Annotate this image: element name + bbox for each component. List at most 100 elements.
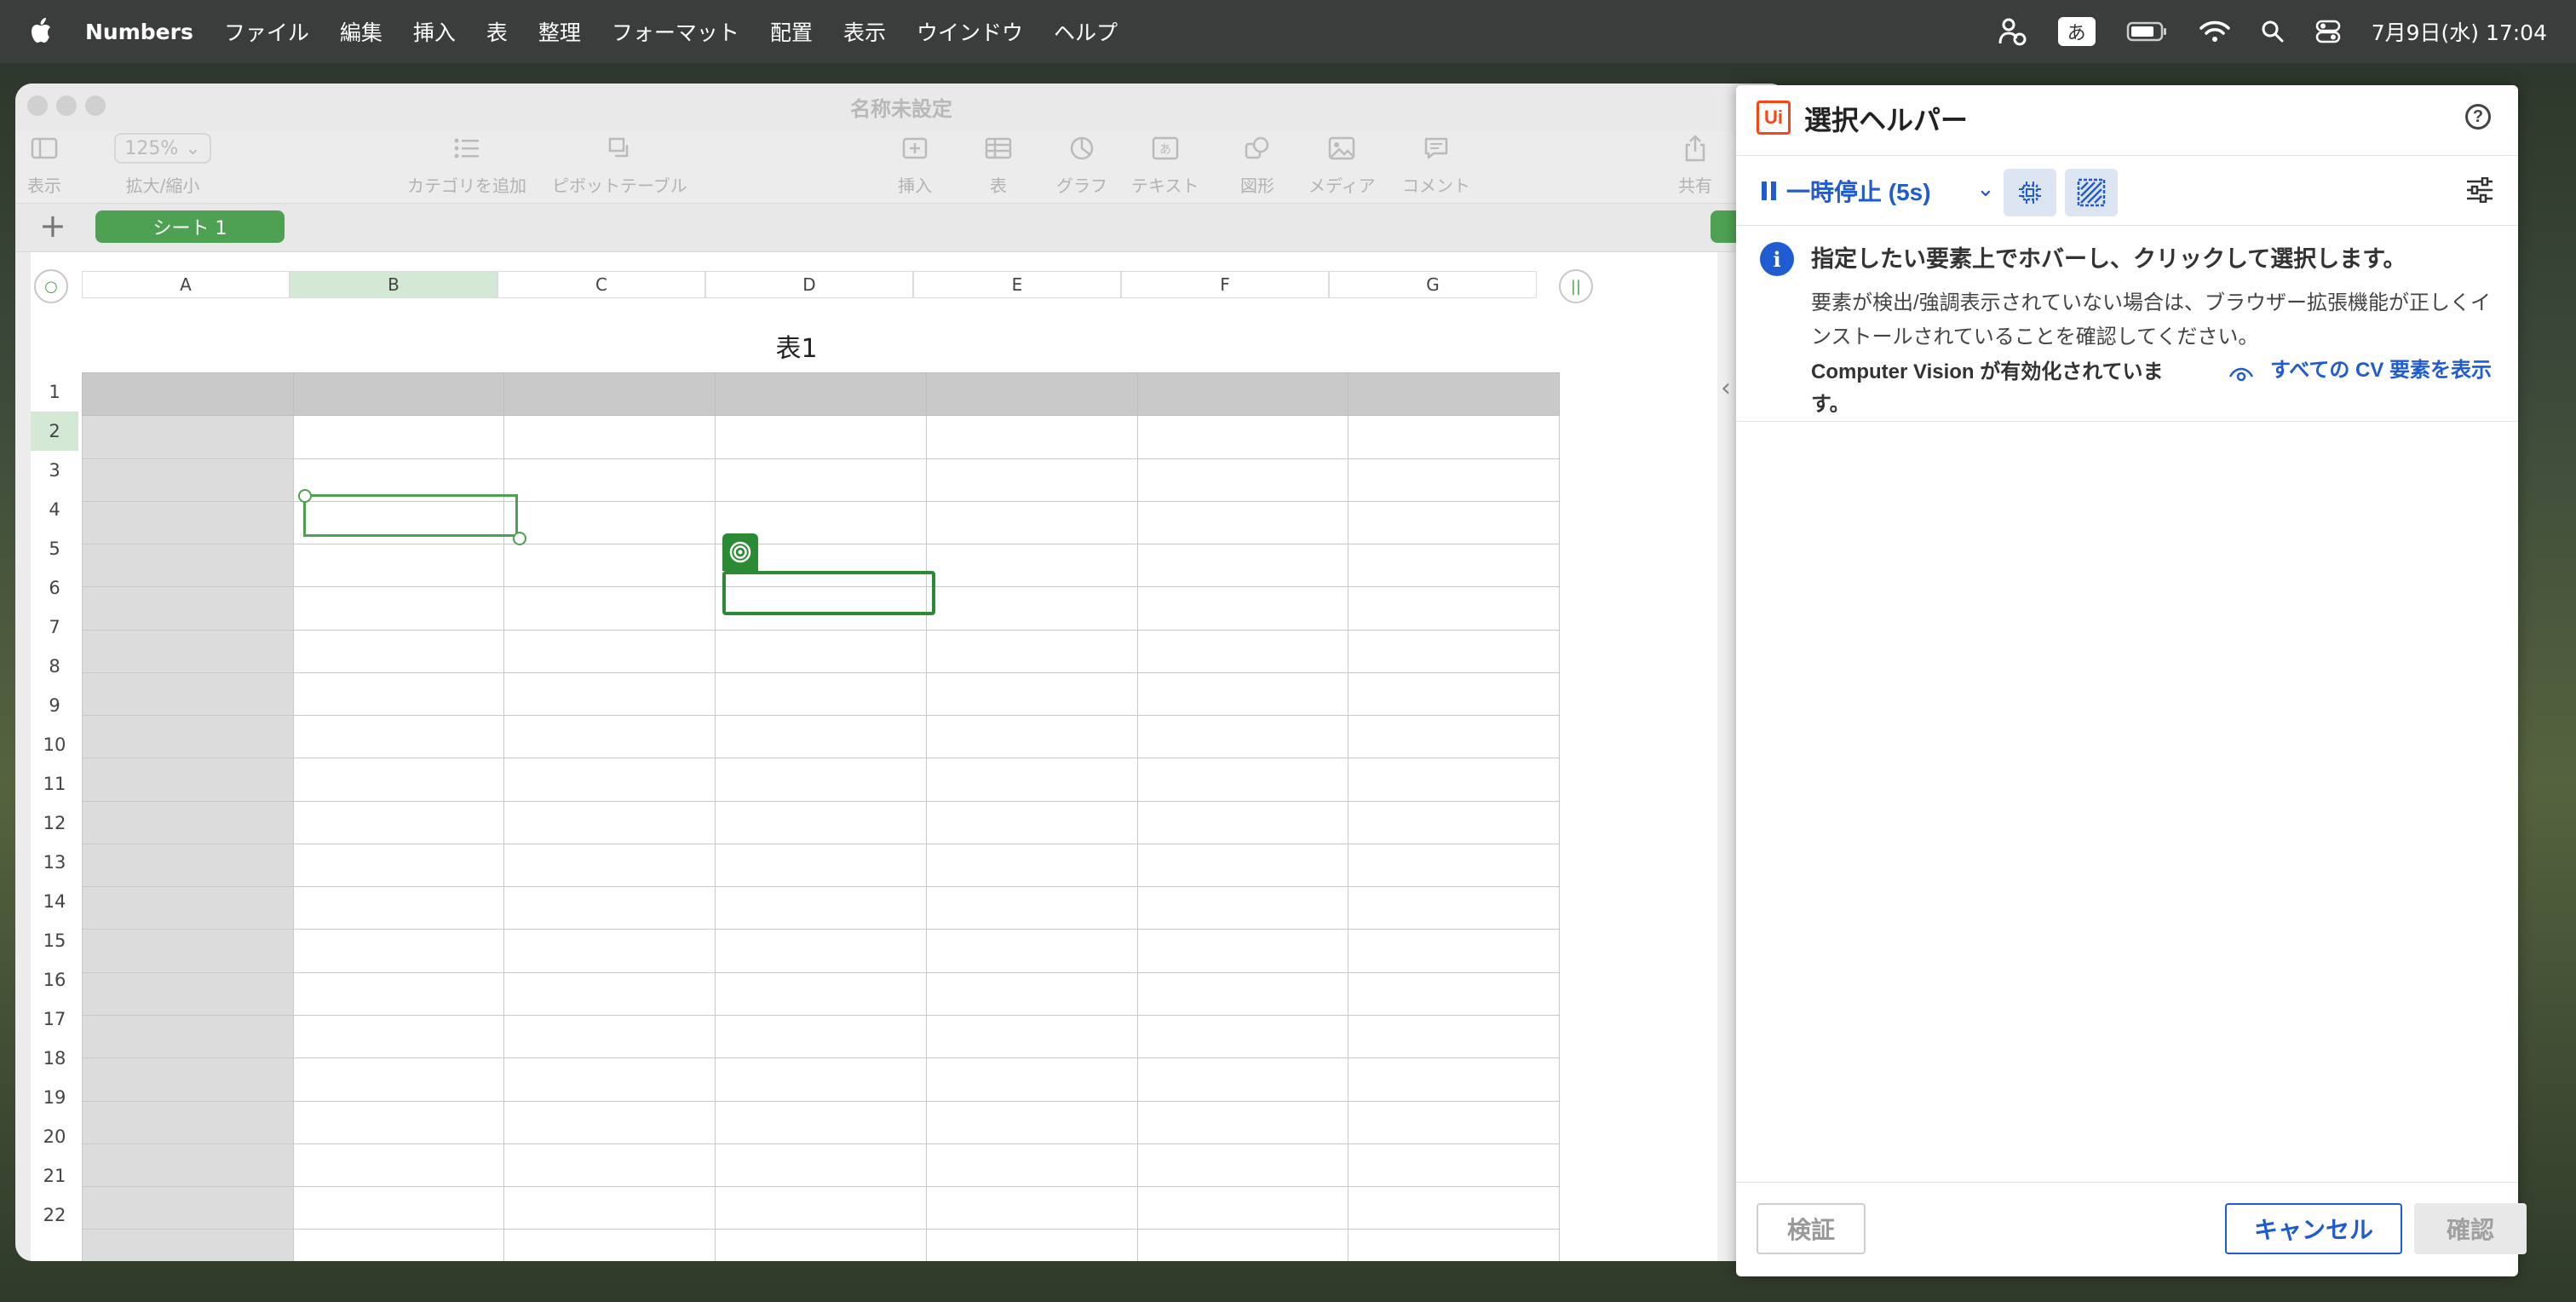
menu-file[interactable]: ファイル xyxy=(224,16,309,47)
table-cell[interactable] xyxy=(1348,500,1560,545)
table-cell[interactable] xyxy=(1136,586,1349,631)
table-cell[interactable] xyxy=(503,544,716,588)
table-cell[interactable] xyxy=(925,929,1138,973)
table-cell[interactable] xyxy=(503,1100,716,1144)
table-cell[interactable] xyxy=(82,458,294,502)
sheet-tab-1[interactable]: シート 1 xyxy=(95,210,285,243)
table-cell[interactable] xyxy=(715,758,927,802)
menu-window[interactable]: ウインドウ xyxy=(917,16,1023,47)
add-sheet-button[interactable]: + xyxy=(39,207,66,245)
table-cell[interactable] xyxy=(1136,372,1349,417)
wifi-icon[interactable] xyxy=(2199,20,2230,43)
table-cell[interactable] xyxy=(1136,1229,1349,1261)
selection-handle[interactable] xyxy=(298,489,312,503)
table-cell[interactable] xyxy=(1348,843,1560,888)
table-cell[interactable] xyxy=(715,1186,927,1230)
hover-highlight-cell[interactable] xyxy=(722,571,935,615)
table-cell[interactable] xyxy=(503,415,716,459)
table-cell[interactable] xyxy=(715,1100,927,1144)
add-category-button[interactable]: カテゴリを追加 xyxy=(407,131,526,197)
control-center-icon[interactable] xyxy=(2315,19,2341,44)
row-header[interactable]: 12 xyxy=(31,804,78,843)
table-cell[interactable] xyxy=(715,800,927,844)
table-cell[interactable] xyxy=(1136,500,1349,545)
table-cell[interactable] xyxy=(925,372,1138,417)
table-cell[interactable] xyxy=(925,1143,1138,1188)
table-cell[interactable] xyxy=(82,544,294,588)
row-header[interactable]: 5 xyxy=(31,529,78,568)
table-cell[interactable] xyxy=(292,758,505,802)
table-cell[interactable] xyxy=(503,629,716,673)
table-cell[interactable] xyxy=(503,886,716,930)
menu-help[interactable]: ヘルプ xyxy=(1054,16,1118,47)
comment-button[interactable]: コメント xyxy=(1402,131,1470,197)
settings-sliders-icon[interactable] xyxy=(2465,177,2494,203)
selection-handle[interactable] xyxy=(513,532,526,545)
add-column-handle[interactable]: || xyxy=(1559,269,1593,303)
table-cell[interactable] xyxy=(503,500,716,545)
table-cell[interactable] xyxy=(503,971,716,1016)
table-cell[interactable] xyxy=(292,843,505,888)
table-cell[interactable] xyxy=(292,971,505,1016)
table-cell[interactable] xyxy=(82,929,294,973)
table-cell[interactable] xyxy=(82,1014,294,1059)
table-cell[interactable] xyxy=(925,758,1138,802)
pause-button[interactable]: 一時停止 (5s) xyxy=(1762,174,1931,208)
row-header[interactable]: 6 xyxy=(31,568,78,608)
table-cell[interactable] xyxy=(1348,886,1560,930)
table-cell[interactable] xyxy=(1136,458,1349,502)
table-cell[interactable] xyxy=(715,372,927,417)
table-cell[interactable] xyxy=(503,586,716,631)
battery-icon[interactable] xyxy=(2126,20,2169,43)
row-header[interactable]: 11 xyxy=(31,764,78,804)
menubar-clock[interactable]: 7月9日(水) 17:04 xyxy=(2372,16,2547,47)
apple-icon[interactable] xyxy=(27,14,56,49)
table-cell[interactable] xyxy=(1348,458,1560,502)
selected-cell-b2[interactable] xyxy=(303,494,518,537)
select-table-button[interactable]: ○ xyxy=(34,269,68,303)
table-cell[interactable] xyxy=(82,758,294,802)
table-cell[interactable] xyxy=(715,671,927,717)
table-cell[interactable] xyxy=(503,372,716,417)
table-cell[interactable] xyxy=(82,372,294,417)
table-cell[interactable] xyxy=(1348,415,1560,459)
menu-edit[interactable]: 編集 xyxy=(340,16,382,47)
table-cell[interactable] xyxy=(292,1057,505,1102)
table-cell[interactable] xyxy=(925,671,1138,717)
table-cell[interactable] xyxy=(925,1100,1138,1144)
table-cell[interactable] xyxy=(715,1143,927,1188)
table-cell[interactable] xyxy=(925,1229,1138,1261)
table-cell[interactable] xyxy=(292,800,505,844)
row-header[interactable]: 22 xyxy=(31,1195,78,1235)
table-cell[interactable] xyxy=(82,1229,294,1261)
row-header[interactable]: 20 xyxy=(31,1117,78,1156)
row-header[interactable]: 1 xyxy=(31,372,78,412)
column-header-d[interactable]: D xyxy=(705,271,913,298)
table-cell[interactable] xyxy=(82,1143,294,1188)
table-cell[interactable] xyxy=(503,800,716,844)
table-cell[interactable] xyxy=(503,1229,716,1261)
table-cell[interactable] xyxy=(715,715,927,759)
menu-format[interactable]: フォーマット xyxy=(612,16,739,47)
table-cell[interactable] xyxy=(925,544,1138,588)
column-header-c[interactable]: C xyxy=(497,271,705,298)
row-header[interactable]: 16 xyxy=(31,960,78,1000)
table-cell[interactable] xyxy=(1348,800,1560,844)
zoom-select[interactable]: 125% ⌄ xyxy=(114,133,211,164)
table-cell[interactable] xyxy=(1348,1014,1560,1059)
table-cell[interactable] xyxy=(1136,800,1349,844)
table-cell[interactable] xyxy=(292,415,505,459)
table-cell[interactable] xyxy=(715,971,927,1016)
row-header[interactable]: 18 xyxy=(31,1039,78,1078)
table-cell[interactable] xyxy=(925,1186,1138,1230)
menu-organize[interactable]: 整理 xyxy=(538,16,581,47)
table-cell[interactable] xyxy=(925,415,1138,459)
row-header[interactable]: 15 xyxy=(31,921,78,960)
text-button[interactable]: あ テキスト xyxy=(1131,131,1199,197)
table-cell[interactable] xyxy=(925,715,1138,759)
media-button[interactable]: メディア xyxy=(1308,131,1376,197)
row-header[interactable]: 14 xyxy=(31,882,78,921)
table-cell[interactable] xyxy=(925,1057,1138,1102)
table-cell[interactable] xyxy=(925,971,1138,1016)
table-cell[interactable] xyxy=(1348,586,1560,631)
